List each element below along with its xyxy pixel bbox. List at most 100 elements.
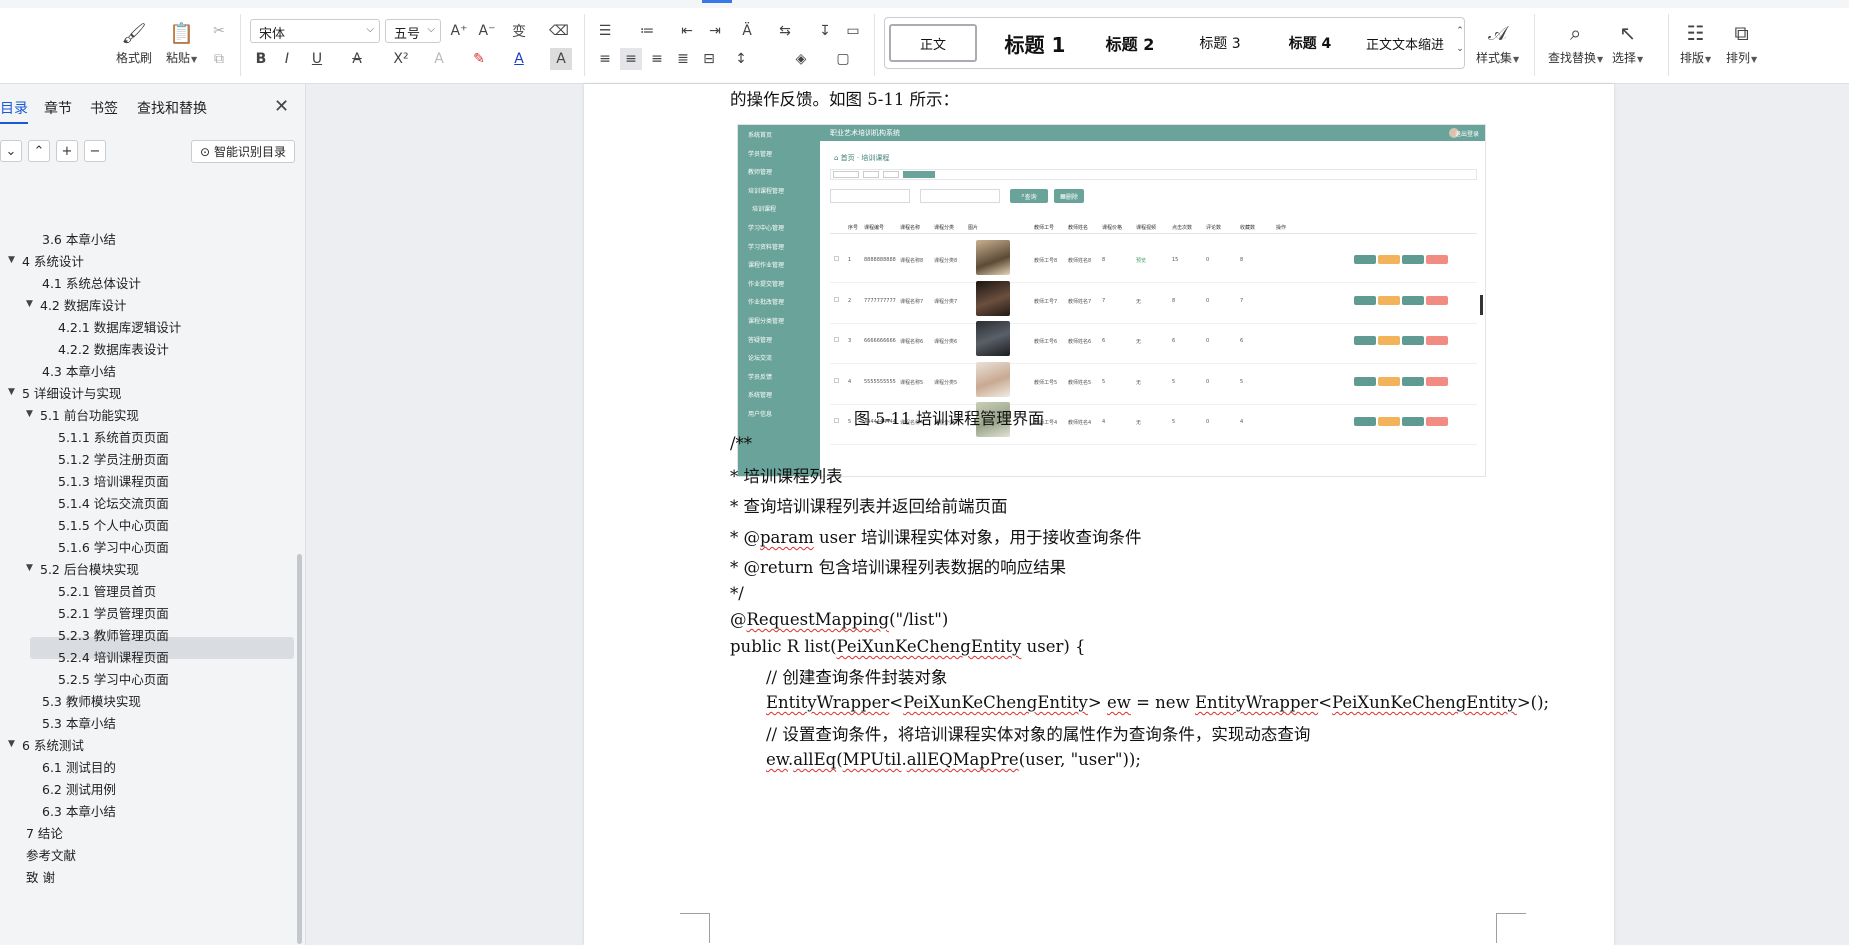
distribute-icon[interactable]: ⊟: [698, 48, 720, 70]
toc-item[interactable]: 4.2.1 数据库逻辑设计: [58, 315, 181, 337]
style-body-indent[interactable]: 正文文本缩进: [1355, 24, 1455, 62]
toc-item[interactable]: 4.2.2 数据库表设计: [58, 337, 169, 359]
toc-item[interactable]: 4.3 本章小结: [42, 359, 116, 381]
sort-icon[interactable]: ↧: [814, 20, 836, 42]
cut-icon[interactable]: ✂: [208, 20, 230, 42]
smart-toc-button[interactable]: ⊙ 智能识别目录: [191, 140, 295, 163]
line-break-icon[interactable]: ⇆: [774, 20, 796, 42]
toc-item[interactable]: 5.2.1 管理员首页: [58, 579, 156, 601]
expand-up-icon[interactable]: ⌃: [28, 140, 50, 162]
toc-item[interactable]: ▼ 5.1 前台功能实现: [26, 403, 139, 425]
toc-item[interactable]: ▼ 4.2 数据库设计: [26, 293, 126, 315]
strikethrough-icon[interactable]: A: [346, 48, 368, 70]
line-spacing-icon[interactable]: ↕: [730, 48, 752, 70]
superscript-icon[interactable]: X²: [390, 48, 412, 70]
font-size-select[interactable]: 五号 ⌵: [385, 19, 441, 43]
tab-bookmarks[interactable]: 书签: [90, 98, 118, 118]
justify-icon[interactable]: ≣: [672, 48, 694, 70]
expand-triangle-icon[interactable]: ▼: [8, 255, 22, 265]
gallery-scroll-down-icon[interactable]: ⌄: [1449, 38, 1471, 60]
shading-icon[interactable]: ◈: [790, 48, 812, 70]
collapse-all-icon[interactable]: ⌄: [0, 140, 22, 162]
code-line: /**: [730, 434, 753, 453]
toc-item[interactable]: 6.1 测试目的: [42, 755, 116, 777]
toc-item[interactable]: 5.1.3 培训课程页面: [58, 469, 169, 491]
text-effect-icon[interactable]: A: [428, 48, 450, 70]
tab-chapters[interactable]: 章节: [44, 98, 72, 118]
toc-item[interactable]: 5.1.5 个人中心页面: [58, 513, 169, 535]
toc-item[interactable]: 5.1.1 系统首页页面: [58, 425, 169, 447]
add-heading-icon[interactable]: +: [56, 140, 78, 162]
toc-item[interactable]: ▼ 4 系统设计: [8, 249, 84, 271]
style-heading-4[interactable]: 标题 4: [1265, 24, 1355, 62]
toc-item[interactable]: 4.1 系统总体设计: [42, 271, 141, 293]
toc-item[interactable]: 5.3 本章小结: [42, 711, 116, 733]
toc-item-label: 4.2 数据库设计: [40, 297, 127, 313]
remove-heading-icon[interactable]: −: [84, 140, 106, 162]
toc-item[interactable]: 5.3 教师模块实现: [42, 689, 141, 711]
sidebar-scrollbar[interactable]: [297, 554, 302, 944]
style-set-button[interactable]: 𝒜 样式集▼: [1476, 20, 1519, 66]
underline-icon[interactable]: U: [306, 48, 328, 70]
close-icon[interactable]: ✕: [274, 96, 289, 117]
phonetic-guide-icon[interactable]: 变: [508, 20, 530, 42]
tab-find-replace[interactable]: 查找和替换: [137, 98, 207, 118]
toc-item[interactable]: ▼ 5 详细设计与实现: [8, 381, 121, 403]
row-actions: [1354, 295, 1448, 305]
toc-item[interactable]: 5.2.5 学习中心页面: [58, 667, 169, 689]
paste-button[interactable]: 📋 粘贴▼: [166, 20, 197, 66]
align-left-icon[interactable]: ≡: [594, 48, 616, 70]
format-painter-button[interactable]: 🖌 格式刷: [116, 20, 152, 66]
border-icon[interactable]: ▢: [832, 48, 854, 70]
text-direction-icon[interactable]: Ä: [736, 20, 758, 42]
expand-triangle-icon[interactable]: ▼: [26, 409, 40, 419]
toc-item[interactable]: 5.1.2 学员注册页面: [58, 447, 169, 469]
toc-item[interactable]: 5.1.4 论坛交流页面: [58, 491, 169, 513]
show-marks-icon[interactable]: ▭: [842, 20, 864, 42]
char-shading-icon[interactable]: A: [550, 48, 572, 70]
align-center-icon[interactable]: ≡: [620, 48, 642, 70]
toc-item[interactable]: 5.2.1 学员管理页面: [58, 601, 169, 623]
shrink-font-icon[interactable]: A⁻: [476, 20, 498, 42]
bold-icon[interactable]: B: [250, 48, 272, 70]
toc-item[interactable]: 5.1.6 学习中心页面: [58, 535, 169, 557]
toc-item-label: 7 结论: [26, 825, 63, 841]
font-color-icon[interactable]: A: [508, 48, 530, 70]
decrease-indent-icon[interactable]: ⇤: [676, 20, 698, 42]
expand-triangle-icon[interactable]: ▼: [26, 299, 40, 309]
toc-item[interactable]: 6.2 测试用例: [42, 777, 116, 799]
bullet-list-icon[interactable]: ☰: [594, 20, 616, 42]
toc-item[interactable]: 参考文献: [26, 843, 76, 865]
expand-triangle-icon[interactable]: ▼: [8, 387, 22, 397]
font-name-select[interactable]: 宋体 ⌵: [250, 19, 380, 43]
select-button[interactable]: ↖ 选择▼: [1612, 20, 1643, 66]
highlight-icon[interactable]: ✎: [468, 48, 490, 70]
toc-item[interactable]: ▼ 6 系统测试: [8, 733, 84, 755]
toc-item[interactable]: 5.2.3 教师管理页面: [58, 623, 169, 645]
toc-item[interactable]: ▼ 5.2 后台模块实现: [26, 557, 139, 579]
toc-item[interactable]: 致 谢: [26, 865, 55, 887]
toc-item[interactable]: 7 结论: [26, 821, 63, 843]
toc-item[interactable]: 5.2.4 培训课程页面: [58, 645, 169, 667]
toc-item[interactable]: 6.3 本章小结: [42, 799, 116, 821]
toc-item[interactable]: 3.6 本章小结: [42, 227, 116, 249]
style-heading-1[interactable]: 标题 1: [985, 24, 1085, 62]
tab-toc[interactable]: 目录: [0, 98, 28, 124]
clear-format-icon[interactable]: ⌫: [548, 20, 570, 42]
grow-font-icon[interactable]: A⁺: [448, 20, 470, 42]
align-right-icon[interactable]: ≡: [646, 48, 668, 70]
italic-icon[interactable]: I: [276, 48, 298, 70]
expand-triangle-icon[interactable]: ▼: [8, 739, 22, 749]
document-page[interactable]: 的操作反馈。如图 5-11 所示： 职业艺术培训机构系统 退出登录 系统首页 学员…: [584, 84, 1614, 945]
arrange-button[interactable]: ⧉ 排列▼: [1726, 20, 1757, 66]
find-replace-button[interactable]: ⌕ 查找替换▼: [1548, 20, 1603, 66]
numbered-list-icon[interactable]: ≔: [636, 20, 658, 42]
style-heading-3[interactable]: 标题 3: [1175, 24, 1265, 62]
expand-triangle-icon[interactable]: ▼: [26, 563, 40, 573]
embedded-screenshot-image[interactable]: 职业艺术培训机构系统 退出登录 系统首页 学员管理 教师管理 培训课程管理 培训课程 学习…: [737, 124, 1486, 477]
layout-button[interactable]: ☷ 排版▼: [1680, 20, 1711, 66]
style-heading-2[interactable]: 标题 2: [1085, 24, 1175, 62]
copy-icon[interactable]: ⧉: [208, 48, 230, 70]
style-normal[interactable]: 正文: [889, 24, 977, 62]
increase-indent-icon[interactable]: ⇥: [704, 20, 726, 42]
